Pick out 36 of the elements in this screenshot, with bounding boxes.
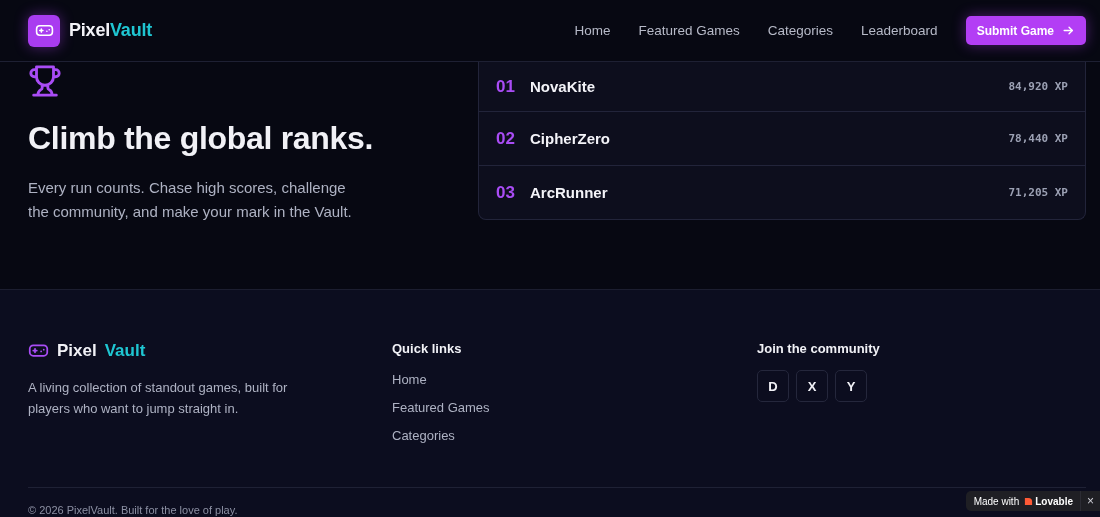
gamepad-icon xyxy=(28,14,60,47)
social-button[interactable]: X xyxy=(796,370,828,402)
rank-number: 02 xyxy=(496,128,516,149)
rank-number: 01 xyxy=(496,76,516,97)
footer-heading: Join the community xyxy=(757,340,881,356)
made-with-badge[interactable]: Made with Lovable xyxy=(965,491,1080,511)
footer-heading: Quick links xyxy=(392,340,463,356)
nav-link[interactable]: Home xyxy=(574,23,611,38)
footer-link[interactable]: Categories xyxy=(392,426,455,445)
trophy-icon xyxy=(28,64,62,98)
player-name: CipherZero xyxy=(530,130,610,147)
logo-link[interactable]: PixelVault xyxy=(28,14,153,47)
nav-link[interactable]: Featured Games xyxy=(638,23,740,38)
submit-game-button[interactable]: Submit Game xyxy=(965,16,1086,45)
brand-name: Lovable xyxy=(1035,495,1073,507)
hero-title: Climb the global ranks. xyxy=(28,120,375,157)
player-score: 78,440 XP xyxy=(1008,132,1068,145)
footer-link[interactable]: Featured Games xyxy=(392,398,490,417)
arrow-right-icon xyxy=(1062,24,1075,37)
player-score: 84,920 XP xyxy=(1008,80,1068,93)
footer-description: A living collection of standout games, built for players who want to jump straight in. xyxy=(28,379,289,418)
player-name: ArcRunner xyxy=(530,184,608,201)
social-button[interactable]: D xyxy=(757,370,789,402)
nav-link[interactable]: Leaderboard xyxy=(861,23,938,38)
brand-name: Pixel xyxy=(57,340,97,361)
player-name: NovaKite xyxy=(530,78,596,95)
close-button[interactable]: × xyxy=(1080,491,1100,511)
nav-link[interactable]: Categories xyxy=(767,23,834,38)
copyright-text: © 2026 PixelVault. Built for the love of play. xyxy=(28,504,239,516)
footer-link[interactable]: Home xyxy=(392,370,427,389)
badge-text: Made with xyxy=(973,495,1020,507)
social-button[interactable]: Y xyxy=(835,370,867,402)
rank-number: 03 xyxy=(496,182,516,203)
brand-name: Vault xyxy=(104,340,146,361)
hero-description: Every run counts. Chase high scores, challenge the community, and make your mark in the Vault. xyxy=(28,178,353,222)
player-score: 71,205 XP xyxy=(1008,186,1068,199)
